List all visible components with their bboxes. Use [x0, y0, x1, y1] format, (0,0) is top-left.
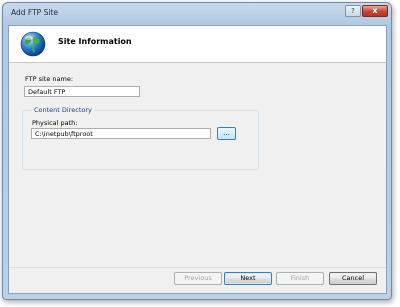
title-bar[interactable]: Add FTP Site ? x	[3, 3, 391, 25]
site-name-input[interactable]: Default FTP	[24, 86, 140, 97]
help-button[interactable]: ?	[345, 5, 361, 17]
footer-divider	[9, 267, 386, 268]
physical-path-label: Physical path:	[32, 119, 78, 127]
globe-icon	[20, 31, 46, 57]
browse-button[interactable]: ...	[217, 127, 236, 140]
window-title: Add FTP Site	[11, 8, 58, 17]
dialog-body: Site Information FTP site name: Default …	[8, 25, 387, 294]
content-directory-label: Content Directory	[32, 106, 94, 114]
add-ftp-site-dialog: Add FTP Site ? x Site Information FTP si…	[2, 2, 392, 300]
page-title: Site Information	[58, 37, 132, 46]
wizard-header: Site Information	[9, 26, 386, 63]
physical-path-input[interactable]: C:\inetpub\ftproot	[31, 128, 211, 139]
previous-button[interactable]: Previous	[174, 272, 222, 285]
site-name-label: FTP site name:	[25, 75, 74, 83]
finish-button[interactable]: Finish	[276, 272, 324, 285]
next-button[interactable]: Next	[224, 272, 272, 285]
close-button[interactable]: x	[362, 5, 388, 17]
cancel-button[interactable]: Cancel	[329, 272, 377, 285]
